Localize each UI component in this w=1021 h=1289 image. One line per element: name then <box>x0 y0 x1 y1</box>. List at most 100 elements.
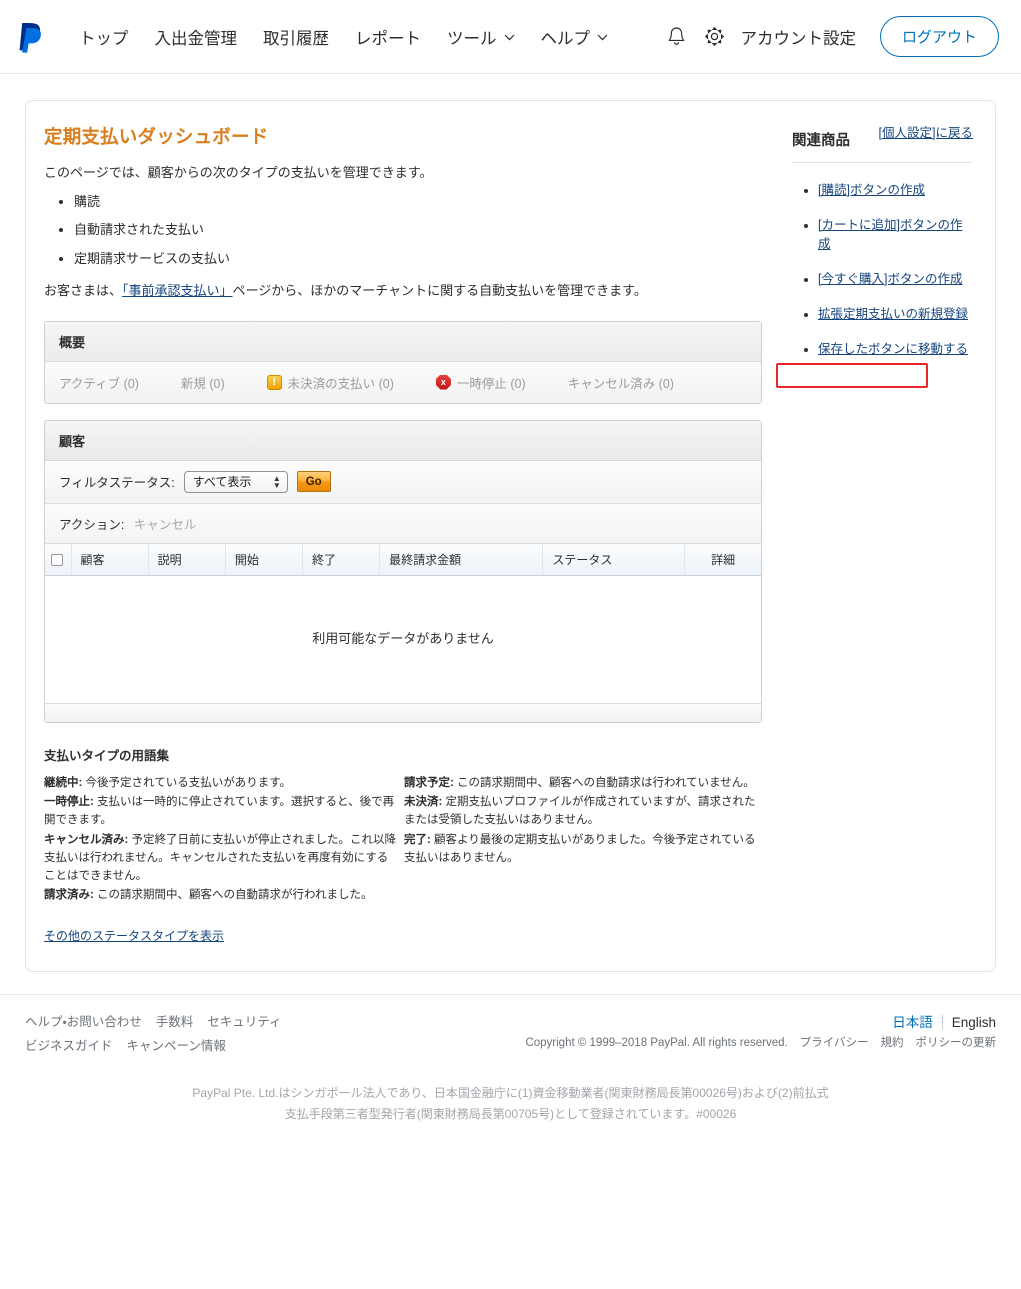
footer-link-business-guide[interactable]: ビジネスガイド <box>25 1039 113 1053</box>
status-suspended[interactable]: x 一時停止 (0) <box>435 373 526 392</box>
paypal-logo-icon <box>19 22 41 53</box>
filter-status-select[interactable]: すべて表示 ▲ ▼ <box>183 470 288 493</box>
footer-link-campaign[interactable]: キャンペーン情報 <box>127 1039 226 1053</box>
go-button[interactable]: Go <box>296 471 331 493</box>
status-new[interactable]: 新規 (0) <box>181 373 225 392</box>
filter-status-label: フィルタステータス: <box>59 476 175 491</box>
stepper-arrows-icon: ▲ ▼ <box>272 473 281 490</box>
main-column: 定期支払いダッシュボード このページでは、顧客からの次のタイプの支払いを管理でき… <box>44 123 762 945</box>
glossary-desc: 顧客より最後の定期支払いがありました。今後予定されている支払いはありません。 <box>404 833 756 864</box>
nav-item-money[interactable]: 入出金管理 <box>142 19 251 55</box>
glossary-left-column: 継続中: 今後予定されている支払いがあります。 一時停止: 支払いは一時的に停止… <box>44 775 399 908</box>
language-english[interactable]: English <box>943 1015 996 1030</box>
footer-row: ヘルプ・お問い合わせ 手数料 セキュリティ ビジネスガイド キャンペーン情報 日本語 E… <box>25 1011 996 1059</box>
sidebar-link-list: [購読]ボタンの作成 [カートに追加]ボタンの作成 [今すぐ購入]ボタンの作成 … <box>792 179 971 357</box>
footer-link-security[interactable]: セキュリティ <box>207 1015 281 1029</box>
page-title: 定期支払いダッシュボード <box>44 126 269 147</box>
top-navigation-bar: トップ 入出金管理 取引履歴 レポート ツール ヘルプ アカウント設定 ログアウ… <box>0 0 1021 74</box>
glossary-desc: 今後予定されている支払いがあります。 <box>82 776 292 789</box>
nav-item-label: ツール <box>447 29 497 48</box>
paypal-logo[interactable] <box>18 21 58 53</box>
table-empty-row: 利用可能なデータがありません <box>45 575 761 703</box>
footer-link-help[interactable]: ヘルプ・お問い合わせ <box>25 1015 142 1029</box>
copyright-text: Copyright © 1999–2018 PayPal. All rights… <box>525 1037 788 1050</box>
language-switcher: 日本語 English <box>525 1011 996 1031</box>
glossary-entry: 完了: 顧客より最後の定期支払いがありました。今後予定されている支払いはありませ… <box>404 832 759 868</box>
payment-type-list: 購読 自動請求された支払い 定期請求サービスの支払い <box>44 193 762 270</box>
list-item: 拡張定期支払いの新規登録 <box>818 303 971 322</box>
back-to-profile-link[interactable]: [個人設定]に戻る <box>879 118 973 141</box>
nav-item-top[interactable]: トップ <box>66 19 142 55</box>
preapproved-payments-link[interactable]: 「事前承認支払い」 <box>122 283 233 298</box>
list-item: 自動請求された支払い <box>74 221 762 240</box>
glossary-desc: 支払いは一時的に停止されています。選択すると、後で再開できます。 <box>44 796 395 827</box>
column-details[interactable]: 詳細 <box>684 543 761 576</box>
column-end[interactable]: 終了 <box>302 543 381 576</box>
status-label: キャンセル済み (0) <box>567 376 674 391</box>
sidebar-item-create-subscribe-button[interactable]: [購読]ボタンの作成 <box>818 183 925 197</box>
empty-message: 利用可能なデータがありません <box>45 575 761 703</box>
footer-link-terms[interactable]: 規約 <box>881 1037 904 1049</box>
logout-button[interactable]: ログアウト <box>879 16 999 57</box>
related-products-sidebar: 関連商品 [購読]ボタンの作成 [カートに追加]ボタンの作成 [今すぐ購入]ボタ… <box>762 123 971 945</box>
sidebar-item-create-buy-now-button[interactable]: [今すぐ購入]ボタンの作成 <box>818 272 962 286</box>
glossary-term: 未決済: <box>404 796 443 809</box>
sidebar-item-register-extended-recurring[interactable]: 拡張定期支払いの新規登録 <box>818 307 968 321</box>
warning-icon: ! <box>266 374 282 390</box>
status-active[interactable]: アクティブ (0) <box>59 373 139 392</box>
nav-item-label: レポート <box>355 29 421 48</box>
more-status-types-link[interactable]: その他のステータスタイプを表示 <box>44 927 224 944</box>
footer-link-fees[interactable]: 手数料 <box>156 1015 194 1029</box>
glossary-term: 一時停止: <box>44 796 94 809</box>
status-label: 一時停止 (0) <box>456 376 526 391</box>
glossary-desc: この請求期間中、顧客への自動請求が行われました。 <box>93 889 373 902</box>
list-item: [今すぐ購入]ボタンの作成 <box>818 268 971 287</box>
customers-heading: 顧客 <box>45 420 761 461</box>
select-all-header <box>45 543 72 576</box>
account-settings-link[interactable]: アカウント設定 <box>734 19 860 55</box>
action-cancel-option: キャンセル <box>133 517 197 532</box>
column-last-amount[interactable]: 最終請求金額 <box>379 543 544 576</box>
nav-item-reports[interactable]: レポート <box>342 19 434 55</box>
nav-item-label: 入出金管理 <box>154 29 238 48</box>
nav-item-tools[interactable]: ツール <box>434 19 528 55</box>
nav-item-label: ヘルプ <box>540 29 591 48</box>
bell-icon[interactable] <box>658 22 695 51</box>
glossary-entry: 未決済: 定期支払いプロファイルが作成されていますが、請求されたまたは受領した支… <box>404 794 759 830</box>
overview-panel: 概要 アクティブ (0) 新規 (0) ! 未決済の支払い (0) x 一時停止… <box>44 320 762 404</box>
glossary-right-column: 請求予定: この請求期間中、顧客への自動請求は行われていません。 未決済: 定期… <box>404 775 759 908</box>
nav-item-help[interactable]: ヘルプ <box>528 19 622 55</box>
chevron-down-icon <box>597 27 608 46</box>
gear-icon[interactable] <box>695 22 734 51</box>
glossary-term: 請求予定: <box>404 776 454 789</box>
select-all-checkbox[interactable] <box>51 553 63 566</box>
chevron-down-icon <box>504 27 515 46</box>
action-row: アクション: キャンセル <box>45 503 761 544</box>
overview-heading: 概要 <box>45 321 761 362</box>
title-row: 定期支払いダッシュボード <box>44 123 762 163</box>
column-customer[interactable]: 顧客 <box>71 543 149 576</box>
filter-row: フィルタステータス: すべて表示 ▲ ▼ Go <box>45 460 761 504</box>
footer-link-privacy[interactable]: プライバシー <box>800 1037 869 1049</box>
sidebar-item-create-add-to-cart-button[interactable]: [カートに追加]ボタンの作成 <box>818 218 962 251</box>
glossary-entry: 請求予定: この請求期間中、顧客への自動請求は行われていません。 <box>404 775 759 793</box>
list-item: [カートに追加]ボタンの作成 <box>818 214 971 252</box>
status-outstanding[interactable]: ! 未決済の支払い (0) <box>266 373 394 392</box>
footer-links: ヘルプ・お問い合わせ 手数料 セキュリティ ビジネスガイド キャンペーン情報 <box>25 1011 296 1059</box>
glossary-entry: 一時停止: 支払いは一時的に停止されています。選択すると、後で再開できます。 <box>44 794 399 830</box>
sidebar-item-go-to-saved-buttons[interactable]: 保存したボタンに移動する <box>818 342 968 356</box>
column-description[interactable]: 説明 <box>148 543 226 576</box>
note-prefix: お客さまは、 <box>44 283 123 299</box>
column-start[interactable]: 開始 <box>225 543 303 576</box>
glossary-entry: 継続中: 今後予定されている支払いがあります。 <box>44 775 399 793</box>
stop-icon: x <box>435 374 451 390</box>
nav-item-activity[interactable]: 取引履歴 <box>250 19 342 55</box>
page-footer: ヘルプ・お問い合わせ 手数料 セキュリティ ビジネスガイド キャンペーン情報 日本語 E… <box>0 995 1021 1125</box>
footer-link-policy-updates[interactable]: ポリシーの更新 <box>916 1037 997 1049</box>
action-label: アクション: <box>59 517 125 532</box>
glossary-term: 継続中: <box>44 776 83 789</box>
status-label: 未決済の支払い (0) <box>287 376 394 391</box>
language-japanese[interactable]: 日本語 <box>892 1015 943 1031</box>
status-cancelled[interactable]: キャンセル済み (0) <box>568 373 674 392</box>
column-status[interactable]: ステータス <box>542 543 686 576</box>
